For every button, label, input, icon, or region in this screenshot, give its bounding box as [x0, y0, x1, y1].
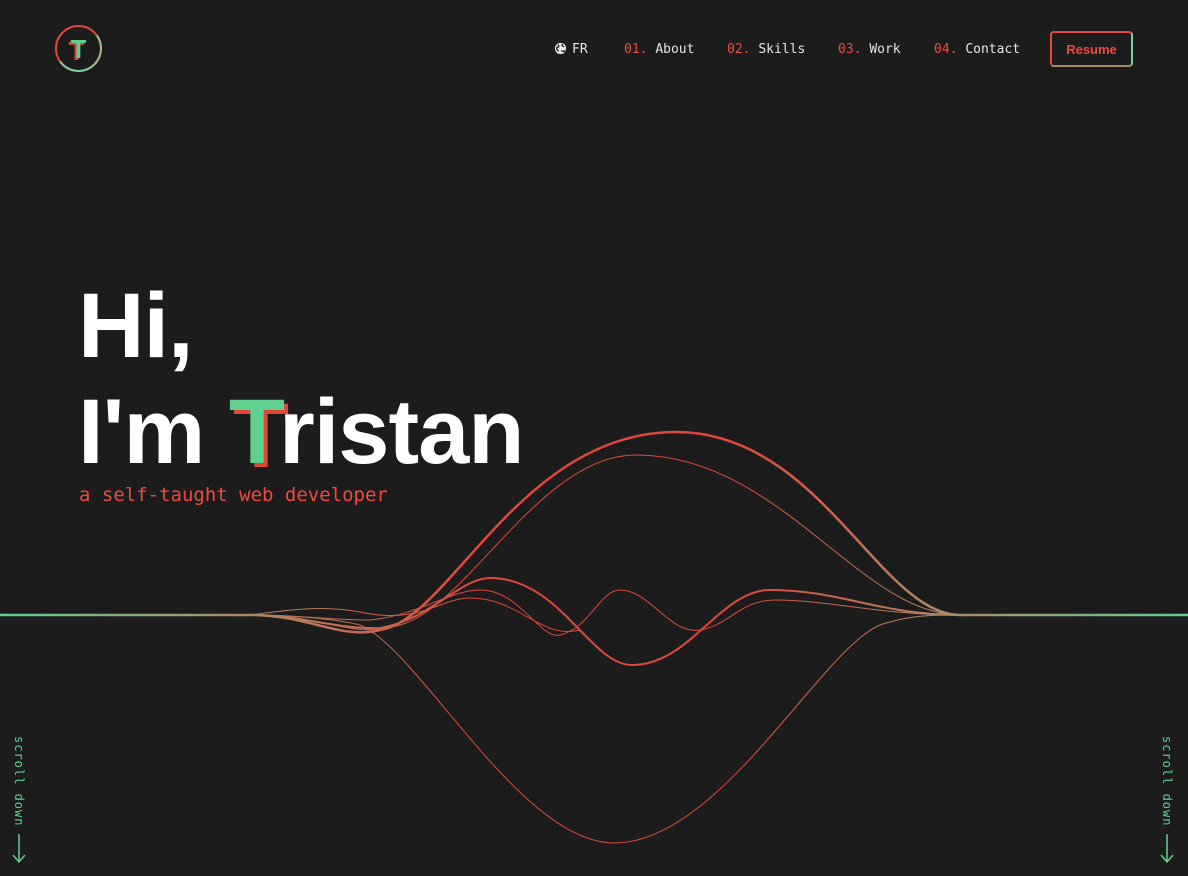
- hero-intro-prefix: I'm: [78, 381, 229, 483]
- hero-name-initial: T: [228, 381, 280, 483]
- hero-name-rest: ristan: [278, 381, 525, 483]
- hero-intro: I'm Tristan: [78, 386, 524, 478]
- wave-line: [249, 576, 961, 667]
- wave-line: [249, 597, 581, 632]
- wave-line: [249, 614, 961, 844]
